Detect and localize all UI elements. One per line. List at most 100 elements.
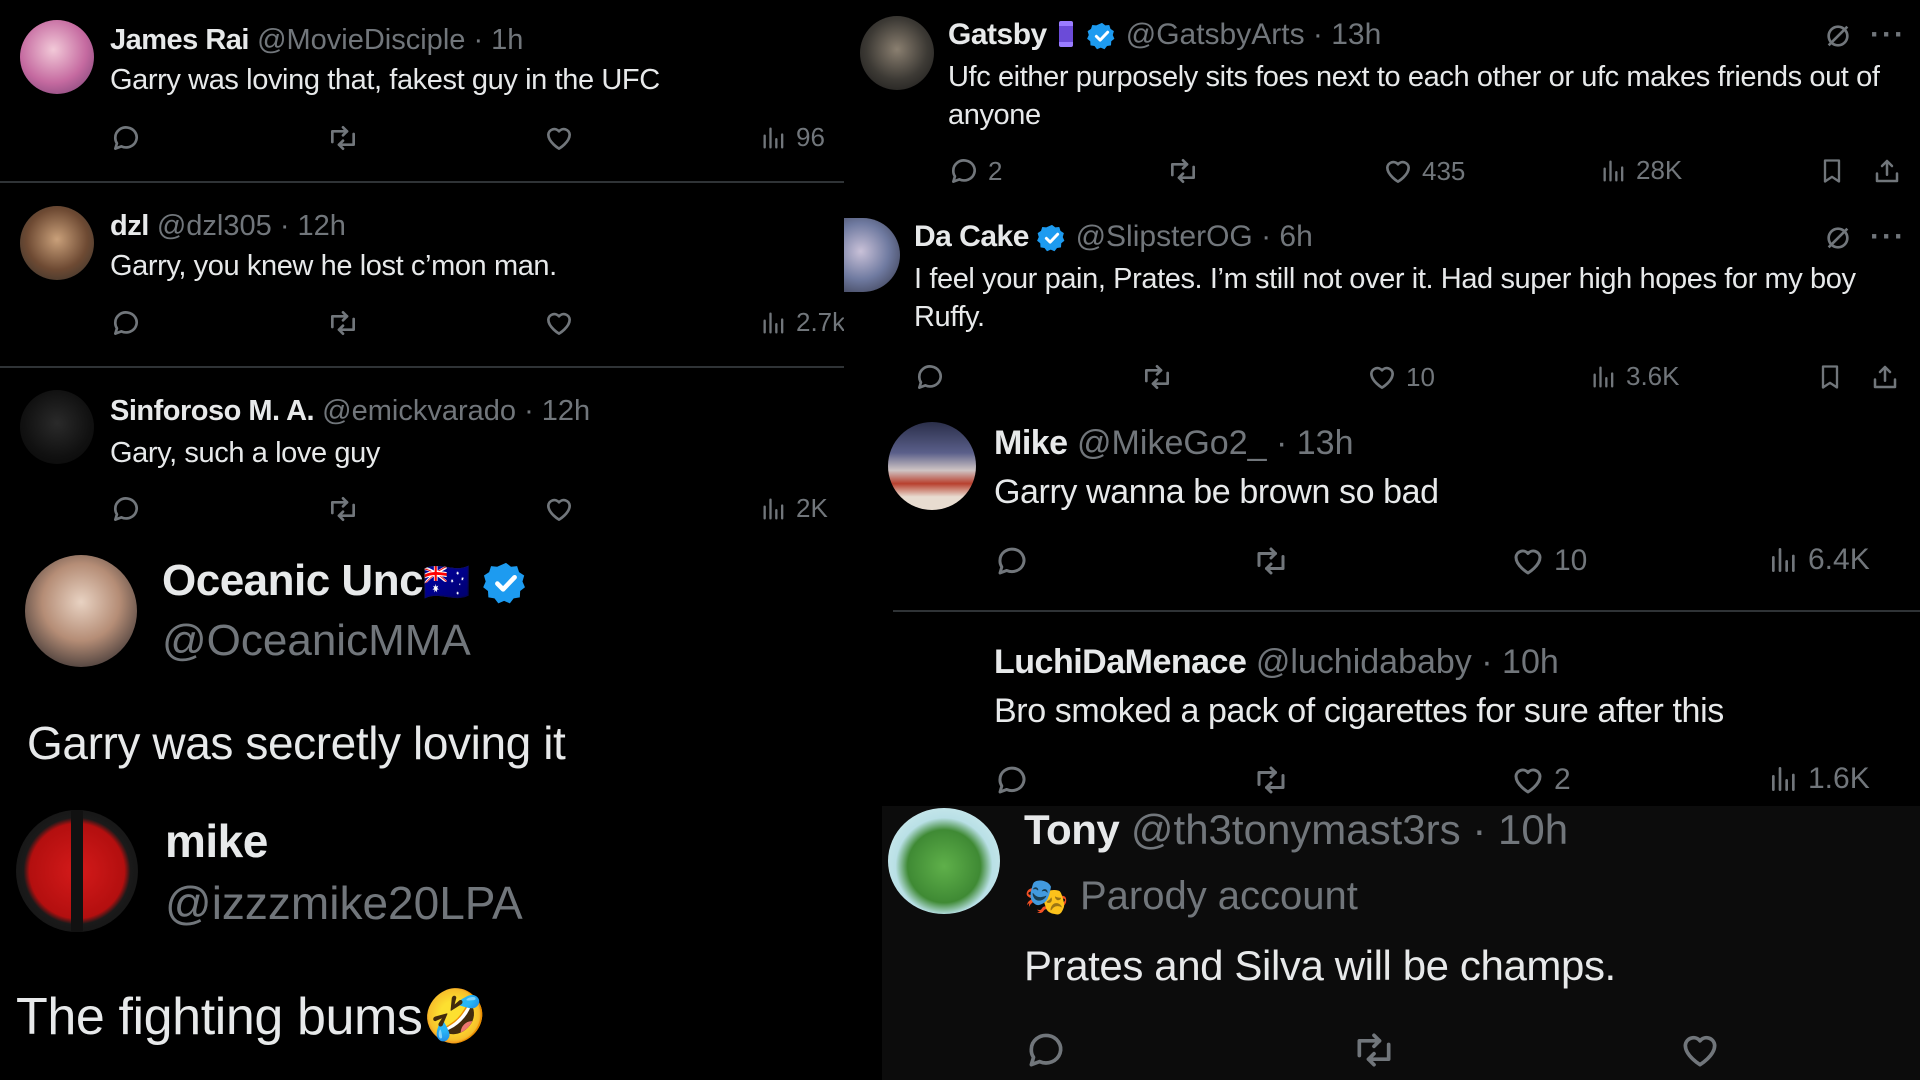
reply-button[interactable] — [110, 307, 142, 339]
avatar[interactable] — [844, 218, 900, 292]
author-handle[interactable]: @dzl305 — [157, 210, 272, 242]
avatar[interactable] — [20, 390, 94, 464]
author-name[interactable]: James Rai — [110, 24, 250, 56]
grok-icon[interactable] — [1822, 222, 1854, 254]
views-button[interactable]: 6.4K — [1768, 543, 1870, 577]
retweet-button[interactable] — [1252, 762, 1290, 798]
tweet-time[interactable]: · 10h — [1481, 643, 1559, 681]
reply-button[interactable] — [1024, 1028, 1068, 1072]
retweet-icon — [326, 307, 360, 339]
views-button[interactable]: 28K — [1600, 155, 1682, 186]
author-handle[interactable]: @luchidababy — [1256, 643, 1472, 681]
masks-icon: 🎭 — [1024, 876, 1069, 917]
retweet-icon — [1140, 361, 1174, 393]
laughing-emoji: 🤣 — [422, 988, 488, 1046]
action-bar: 2 435 28K — [948, 155, 1908, 195]
retweet-button[interactable] — [326, 493, 360, 525]
reply-icon — [948, 155, 980, 187]
author-name[interactable]: LuchiDaMenace — [994, 643, 1247, 681]
like-button[interactable]: 10 — [1510, 543, 1587, 579]
like-button[interactable] — [543, 122, 575, 154]
retweet-icon — [1252, 762, 1290, 798]
avatar[interactable] — [888, 422, 976, 510]
retweet-button[interactable] — [1166, 155, 1200, 187]
tweet-time[interactable]: · 10h — [1472, 806, 1568, 853]
share-button[interactable] — [1872, 155, 1902, 187]
like-count: 435 — [1422, 155, 1466, 186]
bookmark-button[interactable] — [1816, 361, 1844, 393]
tweet-time[interactable]: · 13h — [1276, 424, 1354, 462]
like-button[interactable] — [543, 493, 575, 525]
author-name[interactable]: Da Cake — [914, 220, 1029, 253]
author-name[interactable]: Mike — [994, 424, 1068, 462]
avatar[interactable] — [888, 808, 1000, 914]
views-button[interactable]: 1.6K — [1768, 762, 1870, 796]
tweet-text: Garry, you knew he lost c’mon man. — [110, 250, 557, 282]
retweet-icon — [1252, 543, 1290, 579]
tweet-header: Tony @th3tonymast3rs · 10h — [1024, 806, 1568, 854]
retweet-icon — [326, 493, 360, 525]
like-button[interactable] — [1678, 1028, 1722, 1072]
avatar[interactable] — [860, 16, 934, 90]
flag-emoji: 🇦🇺 — [423, 562, 471, 604]
retweet-button[interactable] — [1252, 543, 1290, 579]
tweet-text: Garry was secretly loving it — [27, 717, 566, 769]
share-button[interactable] — [1870, 361, 1900, 393]
tweet-text: Prates and Silva will be champs. — [1024, 942, 1616, 989]
reply-count: 2 — [988, 155, 1003, 186]
like-button[interactable]: 435 — [1382, 155, 1465, 187]
reply-icon — [994, 543, 1030, 579]
views-icon — [1590, 362, 1618, 392]
retweet-button[interactable] — [326, 122, 360, 154]
retweet-button[interactable] — [326, 307, 360, 339]
avatar[interactable] — [25, 555, 137, 667]
avatar[interactable] — [20, 206, 94, 280]
retweet-button[interactable] — [1350, 1028, 1398, 1072]
grok-icon[interactable] — [1822, 20, 1854, 52]
reply-button[interactable]: 2 — [948, 155, 1002, 187]
like-button[interactable]: 2 — [1510, 762, 1571, 798]
bookmark-button[interactable] — [1818, 155, 1846, 187]
views-button[interactable]: 2K — [760, 493, 828, 524]
author-handle[interactable]: @emickvarado — [322, 395, 516, 427]
reply-button[interactable] — [110, 493, 142, 525]
author-name[interactable]: Tony — [1024, 806, 1120, 853]
author-name[interactable]: Gatsby — [948, 18, 1047, 51]
tweet-time[interactable]: · 1h — [473, 24, 523, 56]
reply-button[interactable] — [994, 543, 1030, 579]
views-button[interactable]: 2.7k — [760, 307, 844, 338]
author-handle[interactable]: @GatsbyArts — [1126, 18, 1305, 51]
author-name[interactable]: Oceanic Unc — [162, 556, 424, 605]
reply-button[interactable] — [914, 361, 946, 393]
author-name[interactable]: mike — [165, 814, 268, 868]
author-handle[interactable]: @SlipsterOG — [1076, 220, 1253, 253]
author-handle[interactable]: @th3tonymast3rs — [1131, 806, 1461, 853]
avatar-stripe — [71, 810, 83, 932]
tweet-time[interactable]: · 6h — [1261, 220, 1313, 253]
tweet-time[interactable]: · 12h — [280, 210, 346, 242]
tweet-time[interactable]: · 12h — [524, 395, 590, 427]
thread-spool-icon — [1059, 21, 1074, 47]
like-button[interactable] — [543, 307, 575, 339]
retweet-button[interactable] — [1140, 361, 1174, 393]
reply-button[interactable] — [110, 122, 142, 154]
tweet-header: LuchiDaMenace @luchidababy · 10h — [994, 643, 1559, 682]
author-handle[interactable]: @OceanicMMA — [162, 616, 471, 666]
like-button[interactable]: 10 — [1366, 361, 1435, 393]
tweet-header: dzl @dzl305 · 12h — [110, 210, 346, 243]
tweet-time[interactable]: · 13h — [1313, 18, 1381, 51]
author-name[interactable]: dzl — [110, 210, 149, 242]
views-button[interactable]: 96 — [760, 122, 825, 153]
more-options-icon[interactable]: ··· — [1870, 18, 1906, 52]
author-handle[interactable]: @MovieDisciple — [257, 24, 465, 56]
avatar[interactable] — [20, 20, 94, 94]
more-options-icon[interactable]: ··· — [1870, 220, 1906, 254]
author-handle[interactable]: @MikeGo2_ — [1077, 424, 1266, 462]
heart-icon — [1678, 1028, 1722, 1072]
views-button[interactable]: 3.6K — [1590, 361, 1680, 392]
author-handle[interactable]: @izzzmike20LPA — [165, 876, 523, 930]
author-name[interactable]: Sinforoso M. A. — [110, 395, 315, 427]
reply-button[interactable] — [994, 762, 1030, 798]
tweet-text: Garry was loving that, fakest guy in the… — [110, 64, 660, 96]
reply-icon — [1024, 1028, 1068, 1072]
